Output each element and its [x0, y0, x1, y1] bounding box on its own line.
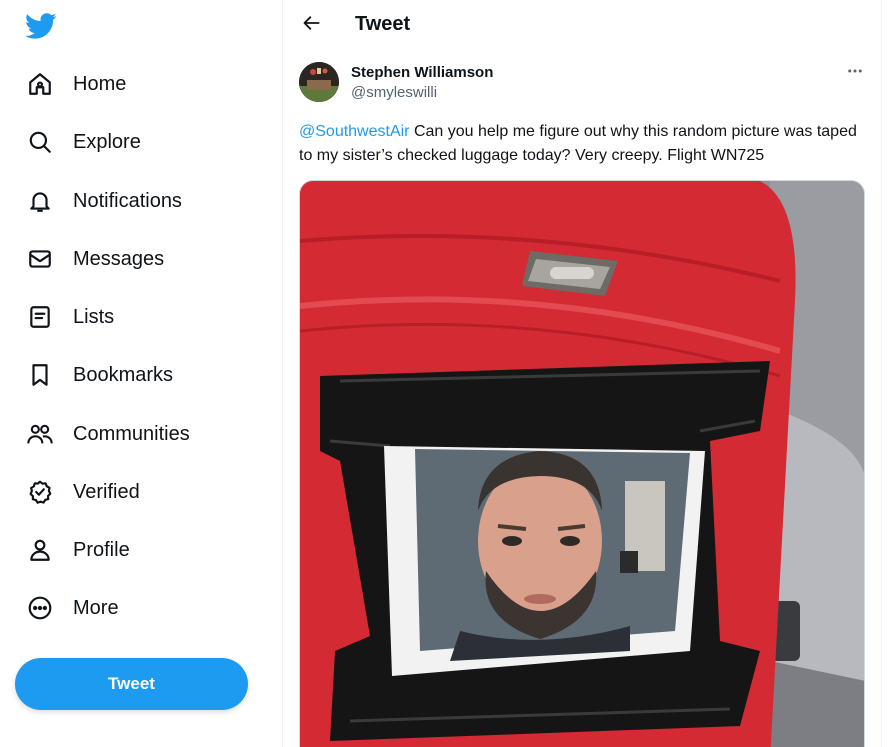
- nav-item-messages[interactable]: Messages: [22, 237, 180, 281]
- bookmark-icon: [22, 357, 58, 393]
- nav-label: Profile: [73, 538, 130, 561]
- author-name[interactable]: Stephen Williamson: [351, 64, 493, 81]
- sidebar: Home Explore Notifications Messages List…: [0, 0, 283, 747]
- column-divider: [881, 0, 882, 747]
- arrow-left-icon: [302, 13, 322, 38]
- nav-item-home[interactable]: Home: [22, 62, 142, 106]
- tweet-text: @SouthwestAir Can you help me figure out…: [299, 120, 867, 168]
- more-circle-icon: [22, 590, 58, 626]
- nav-item-notifications[interactable]: Notifications: [22, 179, 198, 223]
- nav-item-explore[interactable]: Explore: [22, 120, 157, 164]
- back-button[interactable]: [295, 8, 329, 42]
- tweet-more-button[interactable]: [844, 62, 866, 84]
- page-title: Tweet: [355, 13, 411, 35]
- nav-label: Notifications: [73, 189, 182, 212]
- verified-icon: [22, 474, 58, 510]
- nav-item-communities[interactable]: Communities: [22, 412, 206, 456]
- author-handle[interactable]: @smyleswilli: [351, 84, 437, 101]
- people-icon: [22, 416, 58, 452]
- search-icon: [22, 124, 58, 160]
- envelope-icon: [22, 241, 58, 277]
- twitter-bird-logo-icon[interactable]: [25, 10, 57, 42]
- nav-item-bookmarks[interactable]: Bookmarks: [22, 353, 189, 397]
- page-header: Tweet: [283, 0, 881, 50]
- nav-label: Verified: [73, 480, 140, 503]
- list-icon: [22, 299, 58, 335]
- home-icon: [22, 66, 58, 102]
- nav-item-lists[interactable]: Lists: [22, 295, 130, 339]
- tweet-photo[interactable]: [299, 180, 865, 747]
- nav-label: Home: [73, 72, 127, 95]
- bell-icon: [22, 183, 58, 219]
- ellipsis-icon: [846, 62, 864, 85]
- nav-label: More: [73, 596, 119, 619]
- person-icon: [22, 532, 58, 568]
- avatar[interactable]: [299, 62, 339, 102]
- nav-label: Messages: [73, 247, 165, 270]
- nav-item-verified[interactable]: Verified: [22, 470, 156, 514]
- nav-label: Explore: [73, 130, 141, 153]
- mention-link[interactable]: @SouthwestAir: [299, 123, 410, 140]
- nav-item-more[interactable]: More: [22, 586, 135, 630]
- nav-label: Lists: [73, 305, 115, 328]
- nav-label: Bookmarks: [73, 363, 174, 386]
- nav-item-profile[interactable]: Profile: [22, 528, 146, 572]
- tweet-button[interactable]: Tweet: [15, 658, 248, 710]
- main-column: Tweet Stephen Williamson @smyleswilli @S…: [283, 0, 881, 747]
- nav-label: Communities: [73, 422, 190, 445]
